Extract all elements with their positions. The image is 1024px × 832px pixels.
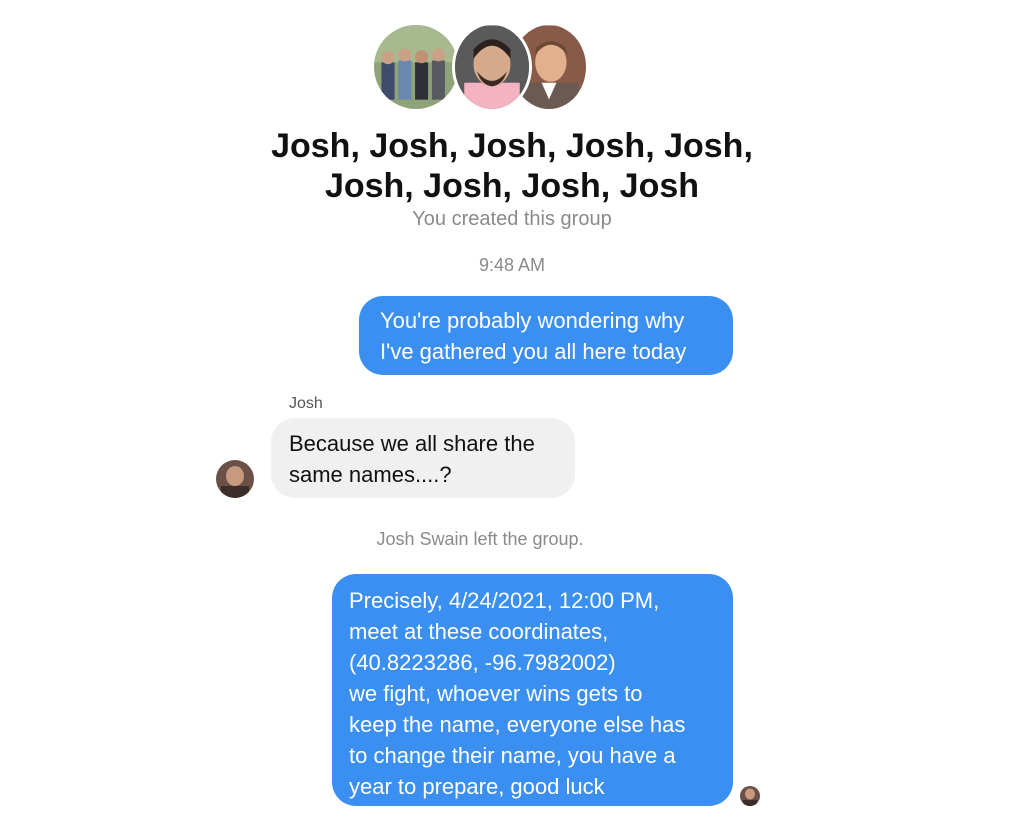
message-line: Because we all share the	[289, 431, 535, 456]
message-line: to change their name, you have a	[349, 743, 676, 768]
system-note: Josh Swain left the group.	[376, 529, 584, 549]
person-avatar-icon	[455, 25, 529, 109]
message-line: keep the name, everyone else has	[349, 712, 686, 737]
group-avatar-1	[371, 22, 461, 112]
message-line: (40.8223286, -96.7982002)	[349, 650, 616, 675]
outgoing-message-bubble[interactable]: Precisely, 4/24/2021, 12:00 PM, meet at …	[332, 574, 733, 806]
group-avatar-2	[452, 22, 532, 112]
message-timestamp: 9:48 AM	[478, 255, 546, 275]
message-line: You're probably wondering why	[380, 308, 685, 333]
message-line: Precisely, 4/24/2021, 12:00 PM,	[349, 588, 660, 613]
message-line: I've gathered you all here today	[380, 339, 687, 364]
sender-avatar[interactable]	[216, 460, 254, 498]
message-line: we fight, whoever wins gets to	[349, 681, 643, 706]
group-photo-icon	[374, 25, 458, 109]
message-line: year to prepare, good luck	[349, 774, 605, 799]
sender-name: Josh	[289, 395, 323, 412]
message-line: same names....?	[289, 462, 452, 487]
read-receipt-icon	[740, 786, 760, 806]
message-line: meet at these coordinates,	[349, 619, 609, 644]
read-receipt-avatar	[740, 786, 760, 806]
group-title-line-1: Josh, Josh, Josh, Josh, Josh,	[271, 127, 753, 165]
incoming-message-bubble[interactable]: Because we all share the same names....?	[271, 418, 575, 498]
person-avatar-icon	[216, 460, 254, 498]
group-title-line-2: Josh, Josh, Josh, Josh	[324, 167, 700, 205]
group-subtitle: You created this group	[412, 208, 612, 230]
outgoing-message-bubble[interactable]: You're probably wondering why I've gathe…	[359, 296, 733, 375]
group-title: Josh, Josh, Josh, Josh, Josh, Josh, Josh…	[0, 126, 1024, 206]
